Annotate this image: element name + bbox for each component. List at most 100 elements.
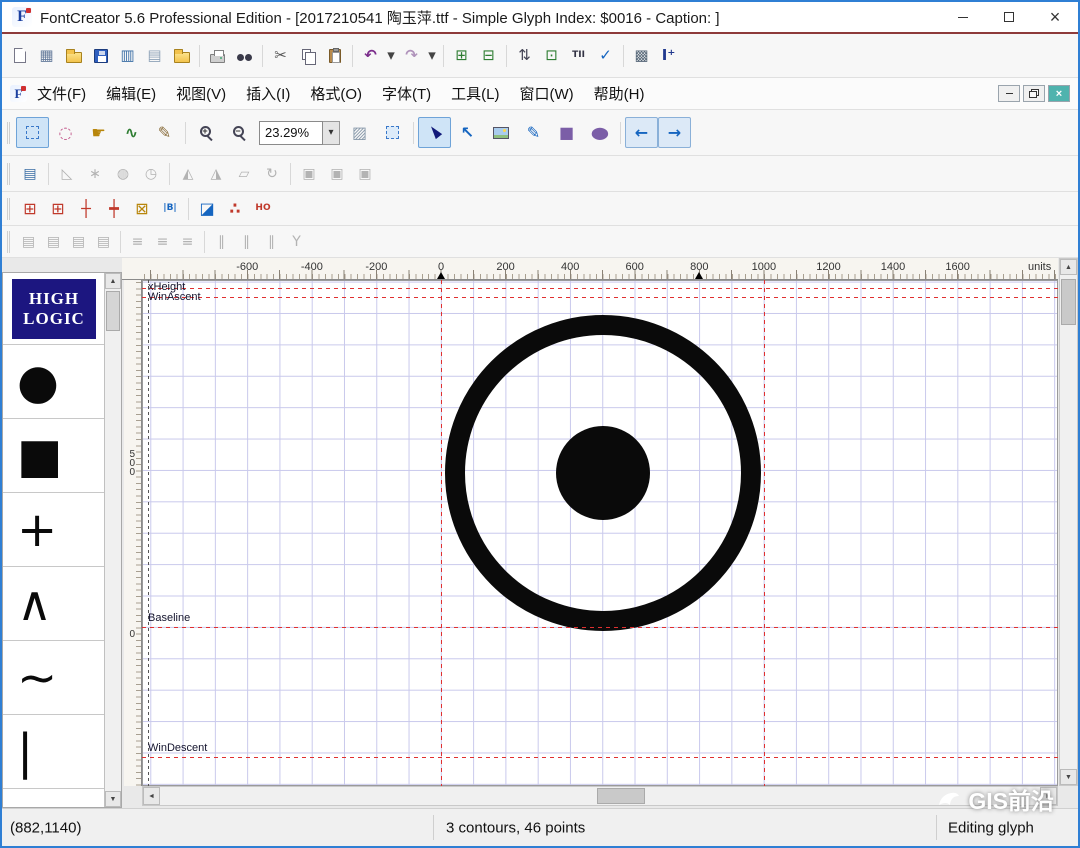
palette-glyph-filled-circle[interactable]: ● xyxy=(3,345,105,419)
left-guide[interactable] xyxy=(148,280,149,786)
menu-item-v[interactable]: 视图(V) xyxy=(166,78,236,109)
redo-button[interactable]: ↷ xyxy=(398,43,425,69)
scroll-down-button[interactable]: ▼ xyxy=(1060,769,1077,785)
glyph-properties-button[interactable]: ▤ xyxy=(16,160,44,187)
toolbar-grip[interactable] xyxy=(7,231,10,253)
menu-item-h[interactable]: 帮助(H) xyxy=(584,78,655,109)
maximize-button[interactable] xyxy=(986,1,1032,33)
winascent-guide[interactable] xyxy=(142,297,1058,298)
insert-glyphs-button[interactable]: ⊞ xyxy=(448,43,475,69)
font-overview-button[interactable]: ▦ xyxy=(33,43,60,69)
open-installed-font-button[interactable] xyxy=(168,43,195,69)
show-grid-button[interactable]: ⊞ xyxy=(16,195,44,222)
advance-width-guide[interactable] xyxy=(764,280,765,786)
glyph-canvas[interactable]: xHeight WinAscent Baseline WinDescent xyxy=(142,280,1058,786)
point-tool-button[interactable]: ↖ xyxy=(451,117,484,148)
vertical-ruler[interactable]: 5 0 00 xyxy=(124,280,142,786)
draw-contour-tool-button[interactable]: ✎ xyxy=(517,117,550,148)
lock-guidelines-button[interactable]: ⊠ xyxy=(128,195,156,222)
zoom-window-button[interactable]: ▨ xyxy=(343,117,376,148)
new-font-button[interactable] xyxy=(6,43,33,69)
mdi-restore-button[interactable] xyxy=(1023,85,1045,102)
paste-button[interactable] xyxy=(321,43,348,69)
glyph-naming-button[interactable]: TII xyxy=(565,43,592,69)
palette-glyph-filled-square[interactable]: ■ xyxy=(3,419,105,493)
ellipse-tool-button[interactable]: ● xyxy=(583,117,616,148)
export-font-button[interactable]: ▥ xyxy=(114,43,141,69)
scroll-up-button[interactable]: ▲ xyxy=(1060,259,1077,275)
font-properties-button[interactable]: ▤ xyxy=(141,43,168,69)
advance-width-marker[interactable] xyxy=(695,272,703,279)
toolbar-grip[interactable] xyxy=(7,198,10,220)
menu-item-w[interactable]: 窗口(W) xyxy=(510,78,584,109)
horizontal-scroll-thumb[interactable] xyxy=(597,788,645,804)
palette-glyph-plus[interactable]: + xyxy=(3,493,105,567)
snap-to-grid-button[interactable]: ⊞ xyxy=(44,195,72,222)
origin-marker[interactable] xyxy=(437,272,445,279)
menu-item-o[interactable]: 格式(O) xyxy=(300,78,372,109)
palette-notdef-glyph[interactable]: HIGH LOGIC xyxy=(3,273,105,345)
toolbar-grip[interactable] xyxy=(7,163,10,185)
background-image-button[interactable] xyxy=(484,117,517,148)
palette-scroll-up-button[interactable]: ▲ xyxy=(105,273,121,289)
palette-glyph-vertical-bar[interactable]: | xyxy=(3,715,105,789)
open-font-button[interactable] xyxy=(60,43,87,69)
redo-list-button[interactable]: ▾ xyxy=(425,43,439,69)
previous-glyph-button[interactable]: ← xyxy=(625,117,658,148)
print-button[interactable] xyxy=(204,43,231,69)
delete-glyphs-button[interactable]: ⊟ xyxy=(475,43,502,69)
find-button[interactable] xyxy=(231,43,258,69)
mdi-minimize-button[interactable] xyxy=(998,85,1020,102)
close-button[interactable]: × xyxy=(1032,1,1078,33)
sort-glyphs-button[interactable]: ⇅ xyxy=(511,43,538,69)
windescent-guide[interactable] xyxy=(142,757,1058,758)
minimize-button[interactable] xyxy=(940,1,986,33)
show-metrics-button[interactable]: |B| xyxy=(156,195,184,222)
select-tool-button[interactable] xyxy=(16,117,49,148)
edit-tool-button[interactable] xyxy=(418,117,451,148)
knife-tool-button[interactable]: ✎ xyxy=(148,117,181,148)
rectangle-tool-button[interactable]: ■ xyxy=(550,117,583,148)
origin-guide[interactable] xyxy=(441,280,442,786)
vertical-scroll-thumb[interactable] xyxy=(1061,279,1076,325)
validate-font-button[interactable]: ⊡ xyxy=(538,43,565,69)
contour-tool-button[interactable]: ∿ xyxy=(115,117,148,148)
scroll-left-button[interactable]: ◄ xyxy=(143,787,160,805)
mdi-close-button[interactable]: × xyxy=(1048,85,1070,102)
lasso-tool-button[interactable]: ◌ xyxy=(49,117,82,148)
next-glyph-button[interactable]: → xyxy=(658,117,691,148)
compare-fonts-button[interactable]: ▩ xyxy=(628,43,655,69)
zoom-dropdown-button[interactable]: ▾ xyxy=(323,121,340,145)
xheight-guide[interactable] xyxy=(142,288,1058,289)
glyph-outline[interactable] xyxy=(142,280,1058,786)
menu-item-l[interactable]: 工具(L) xyxy=(441,78,509,109)
horizontal-ruler[interactable]: units -600-400-2000200400600800100012001… xyxy=(142,258,1058,280)
baseline-guide[interactable] xyxy=(142,627,1058,628)
zoom-out-tool-button[interactable] xyxy=(223,117,256,148)
palette-scroll-thumb[interactable] xyxy=(106,291,120,331)
zoom-level-combo[interactable]: 23.29%▾ xyxy=(259,121,340,145)
snap-to-guidelines-button[interactable]: ┿ xyxy=(100,195,128,222)
undo-list-button[interactable]: ▾ xyxy=(384,43,398,69)
palette-glyph-caret[interactable]: ∧ xyxy=(3,567,105,641)
pan-tool-button[interactable]: ☛ xyxy=(82,117,115,148)
show-points-button[interactable]: ∴ xyxy=(221,195,249,222)
cut-button[interactable]: ✂ xyxy=(267,43,294,69)
zoom-rectangle-button[interactable] xyxy=(376,117,409,148)
menu-item-i[interactable]: 插入(I) xyxy=(236,78,300,109)
palette-scroll-down-button[interactable]: ▼ xyxy=(105,791,121,807)
palette-glyph-tilde[interactable]: ~ xyxy=(3,641,105,715)
point-labels-button[interactable]: HO xyxy=(249,195,277,222)
insert-caption-button[interactable]: I⁺ xyxy=(655,43,682,69)
toolbar-grip[interactable] xyxy=(7,122,10,144)
menu-item-e[interactable]: 编辑(E) xyxy=(96,78,166,109)
save-font-button[interactable] xyxy=(87,43,114,69)
zoom-in-tool-button[interactable] xyxy=(190,117,223,148)
undo-button[interactable]: ↶ xyxy=(357,43,384,69)
show-guidelines-button[interactable]: ┼ xyxy=(72,195,100,222)
menu-item-f[interactable]: 文件(F) xyxy=(27,78,96,109)
copy-button[interactable] xyxy=(294,43,321,69)
menu-item-t[interactable]: 字体(T) xyxy=(372,78,441,109)
contour-fill-mode-button[interactable]: ◪ xyxy=(193,195,221,222)
quick-test-button[interactable]: ✓ xyxy=(592,43,619,69)
